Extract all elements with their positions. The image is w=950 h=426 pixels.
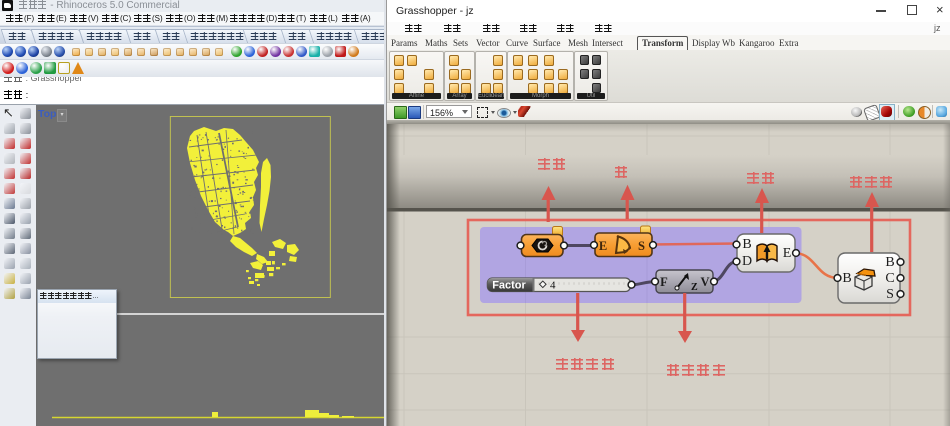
svg-text:D: D	[742, 254, 752, 269]
svg-text:B: B	[842, 271, 851, 286]
svg-text:4: 4	[550, 280, 556, 292]
svg-text:C: C	[885, 271, 894, 286]
svg-text:E: E	[783, 246, 792, 261]
svg-text:S: S	[886, 287, 894, 302]
svg-text:E: E	[599, 239, 607, 253]
svg-text:B: B	[742, 237, 751, 252]
svg-text:Factor: Factor	[492, 280, 526, 292]
svg-text:V: V	[700, 275, 709, 289]
svg-text:Z: Z	[691, 282, 698, 293]
svg-text:F: F	[660, 275, 668, 289]
svg-text:B: B	[885, 255, 894, 270]
svg-text:S: S	[638, 239, 645, 253]
